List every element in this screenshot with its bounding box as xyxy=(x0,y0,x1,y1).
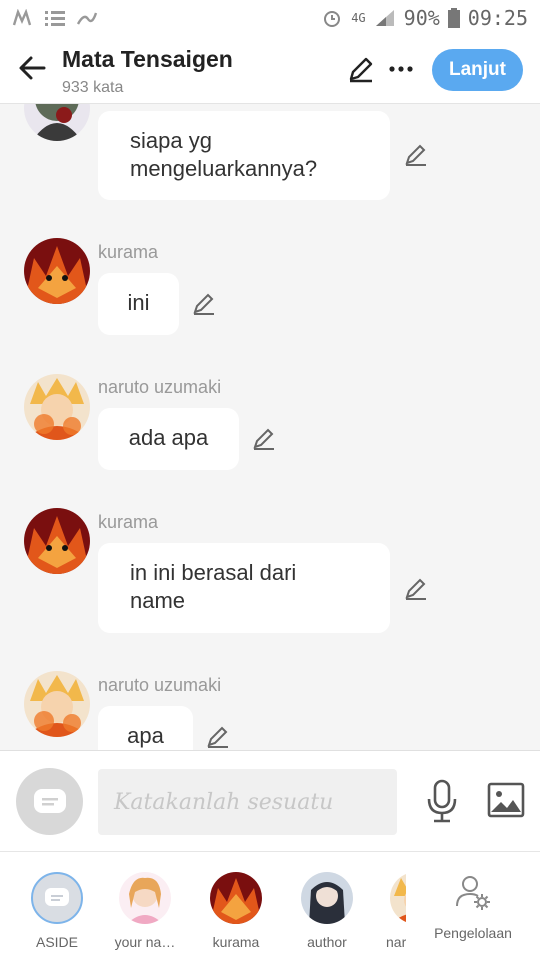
avatar xyxy=(301,872,353,924)
aside-toggle-button[interactable] xyxy=(16,768,83,835)
edit-message-pencil-icon[interactable] xyxy=(403,142,429,168)
message-text-line: ini xyxy=(127,290,150,315)
avatar xyxy=(210,872,262,924)
list-notification-icon xyxy=(45,11,65,26)
avatar xyxy=(390,872,406,924)
kurama-avatar xyxy=(210,872,262,924)
avatar[interactable] xyxy=(24,374,90,440)
avatar xyxy=(31,872,83,924)
sender-name: kurama xyxy=(98,242,159,262)
avatar xyxy=(119,872,171,924)
app-notification-icon xyxy=(12,9,32,26)
message-text-line: mengeluarkannya? xyxy=(130,156,318,181)
dark-hair-girl-avatar xyxy=(301,872,353,924)
signal-icon xyxy=(375,10,394,26)
character-name: your na… xyxy=(114,934,176,950)
network-label: 4G xyxy=(351,11,366,25)
message-text-line: ada apa xyxy=(128,425,209,450)
character-name: kurama xyxy=(212,934,260,950)
message-bubble[interactable]: ini xyxy=(98,273,179,335)
character-naruto[interactable]: nar xyxy=(370,872,406,950)
app-header: Mata Tensaigen 933 kata Lanjut xyxy=(0,36,540,104)
character-your-name[interactable]: your na… xyxy=(110,872,180,950)
word-count: 933 kata xyxy=(62,79,124,96)
character-bar: ASIDE your na… kurama author nar Pengelo… xyxy=(0,852,540,960)
clock: 09:25 xyxy=(467,6,528,30)
message-text-line: name xyxy=(130,588,186,613)
naruto-avatar xyxy=(24,671,90,737)
character-aside[interactable]: ASIDE xyxy=(22,872,92,950)
sender-name: naruto uzumaki xyxy=(98,377,222,397)
page-title: Mata Tensaigen xyxy=(62,46,233,72)
edit-message-pencil-icon[interactable] xyxy=(191,291,217,317)
image-icon[interactable] xyxy=(487,781,525,819)
avatar[interactable] xyxy=(24,104,90,141)
message-bubble[interactable]: ada apa xyxy=(98,408,239,470)
character-kurama[interactable]: kurama xyxy=(201,872,271,950)
manage-label: Pengelolaan xyxy=(434,925,512,941)
kurama-avatar xyxy=(24,508,90,574)
edit-message-pencil-icon[interactable] xyxy=(205,724,231,750)
naruto-avatar xyxy=(390,872,406,924)
manage-characters-button[interactable]: Pengelolaan xyxy=(428,872,518,941)
chat-icon xyxy=(33,788,66,813)
chat-area[interactable]: siapa yg mengeluarkannya? kurama ini nar… xyxy=(0,104,540,750)
pencil-icon[interactable] xyxy=(346,54,376,84)
naruto-avatar xyxy=(24,374,90,440)
avatar[interactable] xyxy=(24,238,90,304)
status-bar: 4G 90% 09:25 xyxy=(0,0,540,36)
battery-icon xyxy=(447,8,460,28)
avatar[interactable] xyxy=(24,508,90,574)
anime-girl-avatar xyxy=(119,872,171,924)
message-text-line: siapa yg xyxy=(130,128,212,153)
message-input[interactable]: Katakanlah sesuatu xyxy=(98,769,397,835)
edit-message-pencil-icon[interactable] xyxy=(251,426,277,452)
sender-name: naruto uzumaki xyxy=(98,675,222,695)
character-name: nar xyxy=(386,934,406,950)
sender-name: kurama xyxy=(98,512,159,532)
back-arrow-icon[interactable] xyxy=(16,52,48,84)
message-bubble[interactable]: in ini berasal dari name xyxy=(98,543,390,633)
edit-message-pencil-icon[interactable] xyxy=(403,576,429,602)
character-name: ASIDE xyxy=(35,934,78,950)
character-name: author xyxy=(307,934,347,950)
chat-icon xyxy=(45,888,69,906)
sync-notification-icon xyxy=(76,12,98,25)
next-button[interactable]: Lanjut xyxy=(432,49,523,91)
kurama-avatar xyxy=(24,238,90,304)
message-text-line: apa xyxy=(127,723,164,748)
message-bubble[interactable]: apa xyxy=(98,706,193,750)
message-text-line: in ini berasal dari xyxy=(130,560,297,585)
message-composer: Katakanlah sesuatu xyxy=(0,750,540,852)
battery-percent: 90% xyxy=(403,6,440,30)
message-bubble[interactable]: siapa yg mengeluarkannya? xyxy=(98,111,390,200)
character-author[interactable]: author xyxy=(292,872,362,950)
more-icon[interactable] xyxy=(386,54,416,84)
user-gear-icon xyxy=(456,876,490,910)
masked-character-avatar xyxy=(24,104,90,141)
avatar[interactable] xyxy=(24,671,90,737)
mic-icon[interactable] xyxy=(424,779,460,823)
alarm-icon xyxy=(324,11,341,27)
